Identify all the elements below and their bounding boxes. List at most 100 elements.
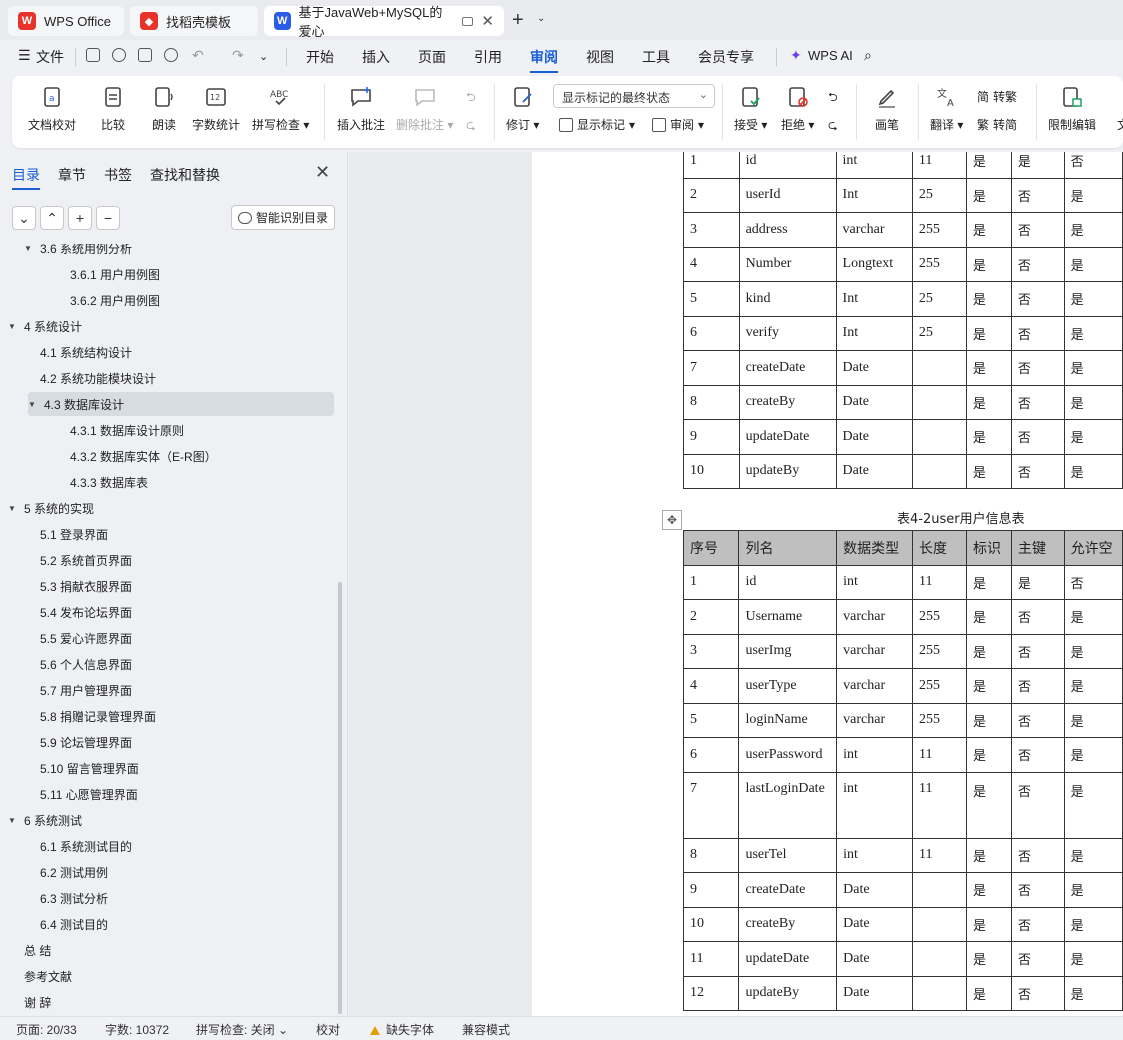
- table-cell[interactable]: 1: [682, 564, 740, 600]
- table-cell[interactable]: updateDate: [738, 941, 838, 977]
- table-cell[interactable]: 是: [1063, 599, 1123, 635]
- menu-view[interactable]: 视图: [586, 47, 614, 67]
- table-header-cell[interactable]: 长度: [912, 530, 967, 566]
- table-cell[interactable]: address: [738, 212, 837, 248]
- table-cell[interactable]: 6: [683, 315, 740, 351]
- table-cell[interactable]: 25: [911, 281, 967, 317]
- tab-toc[interactable]: 目录: [12, 165, 40, 190]
- table-cell[interactable]: 2: [683, 177, 740, 213]
- table-cell[interactable]: varchar: [836, 633, 914, 669]
- toc-item[interactable]: ▼ 6 系统测试: [8, 808, 82, 832]
- table-cell[interactable]: 是: [1063, 702, 1123, 738]
- toc-item[interactable]: 5.11 心愿管理界面: [40, 782, 138, 806]
- table-cell[interactable]: 否: [1010, 246, 1065, 282]
- menu-file[interactable]: 文件: [36, 47, 64, 67]
- menu-reference[interactable]: 引用: [474, 47, 502, 67]
- table-cell[interactable]: 是: [965, 906, 1013, 942]
- table-cell[interactable]: 否: [1011, 702, 1065, 738]
- table-cell[interactable]: Date: [836, 872, 914, 908]
- table-cell[interactable]: 否: [1011, 837, 1065, 873]
- table-cell[interactable]: Date: [835, 350, 913, 386]
- table-cell[interactable]: 是: [965, 419, 1012, 455]
- expand-triangle-icon[interactable]: ▼: [28, 400, 40, 409]
- table-cell[interactable]: varchar: [836, 668, 914, 704]
- table-cell[interactable]: 是: [1063, 212, 1123, 248]
- pen-button[interactable]: 画笔: [874, 84, 900, 133]
- hamburger-icon[interactable]: ☰: [18, 47, 31, 64]
- insert-comment-button[interactable]: 插入批注: [337, 84, 385, 133]
- quick-access-chevron-icon[interactable]: ⌄: [259, 50, 268, 63]
- table-cell[interactable]: 6: [682, 737, 740, 773]
- word-count[interactable]: 字数: 10372: [105, 1021, 169, 1038]
- toc-item[interactable]: 总 结: [24, 938, 51, 962]
- toc-item[interactable]: 4.1 系统结构设计: [40, 340, 132, 364]
- table-cell[interactable]: 5: [683, 281, 740, 317]
- table-cell[interactable]: 否: [1011, 668, 1065, 704]
- table-cell[interactable]: userTel: [738, 837, 838, 873]
- table-cell[interactable]: 是: [965, 212, 1012, 248]
- restrict-edit-button[interactable]: 限制编辑: [1048, 84, 1096, 133]
- table-cell[interactable]: createBy: [738, 906, 838, 942]
- to-simplified-button[interactable]: 繁 转简: [977, 116, 1017, 133]
- table-cell[interactable]: 255: [911, 212, 967, 248]
- table-header-cell[interactable]: 序号: [682, 530, 740, 566]
- table-cell[interactable]: updateBy: [738, 453, 837, 489]
- table-cell[interactable]: 否: [1011, 906, 1065, 942]
- table-cell[interactable]: int: [836, 564, 914, 600]
- doc-more-button[interactable]: 文: [1110, 84, 1123, 133]
- table-cell[interactable]: 否: [1011, 771, 1065, 839]
- toc-item[interactable]: 5.4 发布论坛界面: [40, 600, 132, 624]
- table-cell[interactable]: 否: [1011, 975, 1065, 1011]
- menu-insert[interactable]: 插入: [362, 47, 390, 67]
- table-cell[interactable]: 9: [683, 419, 740, 455]
- table-cell[interactable]: updateBy: [738, 975, 838, 1011]
- table-cell[interactable]: 否: [1011, 941, 1065, 977]
- toc-item[interactable]: 6.1 系统测试目的: [40, 834, 132, 858]
- table-cell[interactable]: [912, 872, 967, 908]
- table-cell[interactable]: 否: [1011, 633, 1065, 669]
- table-cell[interactable]: 8: [683, 384, 740, 420]
- table-cell[interactable]: Date: [835, 453, 913, 489]
- table-cell[interactable]: 是: [965, 599, 1013, 635]
- table-cell[interactable]: 是: [1063, 419, 1123, 455]
- table-cell[interactable]: 11: [912, 771, 967, 839]
- table-cell[interactable]: 否: [1010, 177, 1065, 213]
- spell-check-status[interactable]: 拼写检查: 关闭 ⌄: [196, 1021, 288, 1038]
- table-cell[interactable]: 是: [1063, 906, 1123, 942]
- toc-item[interactable]: 5.8 捐赠记录管理界面: [40, 704, 156, 728]
- table-cell[interactable]: 3: [682, 633, 740, 669]
- toc-item[interactable]: 4.3.3 数据库表: [70, 470, 148, 494]
- table-cell[interactable]: 否: [1010, 419, 1065, 455]
- table-cell[interactable]: 是: [1063, 633, 1123, 669]
- table-cell[interactable]: Date: [835, 419, 913, 455]
- prev-change-icon[interactable]: ⮌: [828, 88, 838, 109]
- table-cell[interactable]: Int: [835, 281, 913, 317]
- toc-item[interactable]: 5.6 个人信息界面: [40, 652, 132, 676]
- table-cell[interactable]: [911, 350, 967, 386]
- table-cell[interactable]: 是: [1063, 872, 1123, 908]
- table-header-cell[interactable]: 列名: [738, 530, 838, 566]
- table-cell[interactable]: 是: [1063, 737, 1123, 773]
- translate-button[interactable]: 文A 翻译 ▾: [930, 84, 963, 133]
- table-cell[interactable]: 11: [912, 837, 967, 873]
- table-cell[interactable]: varchar: [835, 212, 913, 248]
- table-cell[interactable]: updateDate: [738, 419, 837, 455]
- menu-tools[interactable]: 工具: [642, 47, 670, 67]
- table-cell[interactable]: lastLoginDate: [738, 771, 838, 839]
- table-cell[interactable]: 是: [1063, 975, 1123, 1011]
- table-cell[interactable]: 否: [1010, 453, 1065, 489]
- markup-state-dropdown[interactable]: 显示标记的最终状态 ⌄: [553, 84, 715, 108]
- toc-item[interactable]: 6.4 测试目的: [40, 912, 108, 936]
- table-cell[interactable]: 12: [682, 975, 740, 1011]
- table-cell[interactable]: 否: [1010, 350, 1065, 386]
- save-icon[interactable]: [86, 48, 100, 62]
- toc-item[interactable]: 5.5 爱心许愿界面: [40, 626, 132, 650]
- spell-check-button[interactable]: ABC 拼写检查 ▾: [252, 84, 309, 133]
- table-cell[interactable]: 否: [1063, 152, 1123, 179]
- tab-document[interactable]: W 基于JavaWeb+MySQL的爱心 ✕: [264, 5, 504, 39]
- table-cell[interactable]: id: [738, 564, 838, 600]
- tab-wps-office[interactable]: W WPS Office: [8, 6, 124, 36]
- expand-triangle-icon[interactable]: ▼: [24, 244, 36, 253]
- to-traditional-button[interactable]: 简 转繁: [977, 88, 1017, 105]
- table-header-cell[interactable]: 标识: [965, 530, 1013, 566]
